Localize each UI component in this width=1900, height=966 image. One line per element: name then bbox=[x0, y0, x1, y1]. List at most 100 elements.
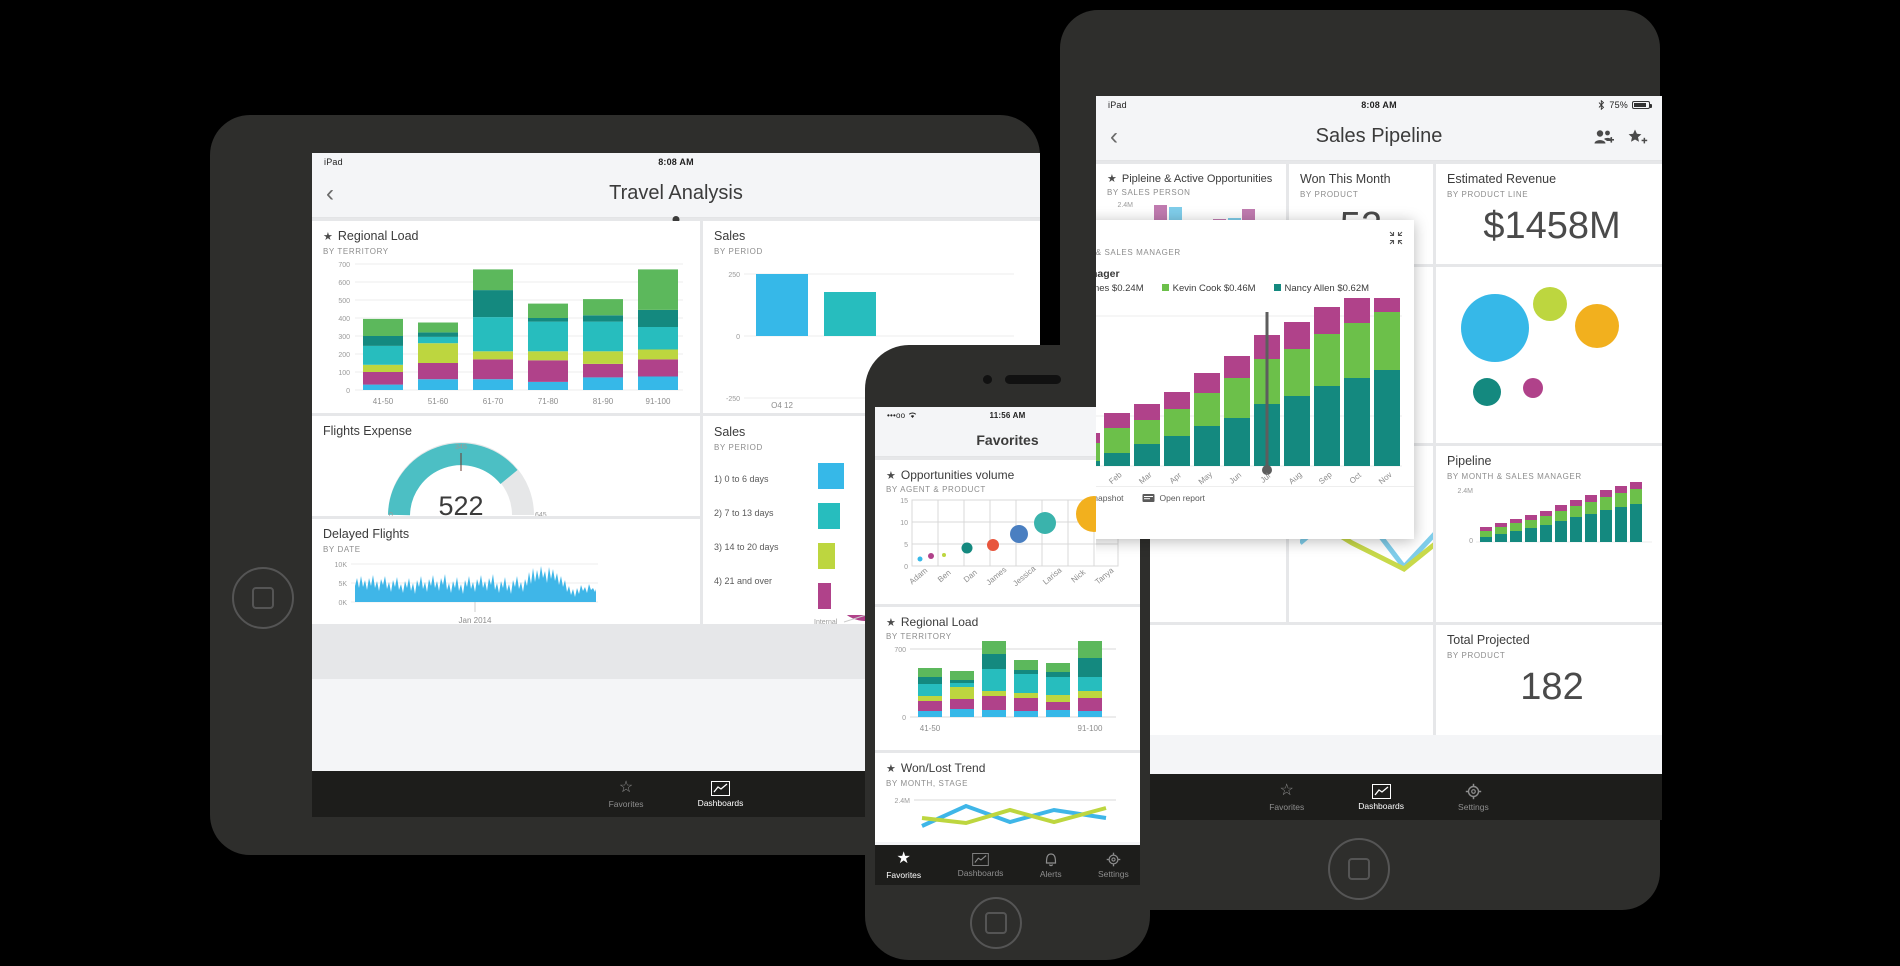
tile-subtitle: BY MONTH & SALES MANAGER bbox=[1447, 471, 1582, 481]
tile-estimated-revenue[interactable]: Estimated Revenue BY PRODUCT LINE $1458M bbox=[1436, 164, 1662, 264]
tab-label: Favorites bbox=[608, 799, 644, 809]
svg-text:0: 0 bbox=[904, 564, 908, 571]
tile-subtitle: BY PRODUCT bbox=[1447, 650, 1506, 660]
home-button-left-ipad[interactable] bbox=[232, 567, 294, 629]
chart-icon bbox=[972, 852, 989, 866]
tile-opportunities-bubble[interactable] bbox=[1436, 267, 1662, 443]
legend-item[interactable]: David Jones $0.24M bbox=[1096, 283, 1144, 294]
star-icon: ★ bbox=[323, 230, 333, 243]
tile-pipeline-small[interactable]: Pipeline BY MONTH & SALES MANAGER 2.4M 0 bbox=[1436, 446, 1662, 622]
tab-dashboards[interactable]: Dashboards bbox=[958, 852, 1003, 878]
opportunities-volume-chart: 151050 Adam Ben Dan James Jessica Larisa… bbox=[900, 496, 1119, 588]
tile-delayed-flights[interactable]: Delayed Flights BY DATE 10K 5K 0K Jan 2014 bbox=[312, 519, 700, 624]
earpiece-speaker bbox=[1005, 375, 1061, 384]
svg-text:-250: -250 bbox=[726, 396, 740, 403]
svg-text:Q4 12: Q4 12 bbox=[771, 401, 793, 408]
svg-text:May: May bbox=[1197, 470, 1214, 486]
tab-dashboards[interactable]: Dashboards bbox=[697, 780, 744, 808]
page-title: Sales Pipeline bbox=[1315, 125, 1443, 147]
pipeline-small-chart: 2.4M 0 bbox=[1457, 481, 1652, 545]
svg-text:10: 10 bbox=[900, 520, 908, 527]
tile-subtitle: BY MONTH, STAGE bbox=[886, 778, 969, 788]
tile-title-row: Delayed Flights bbox=[323, 527, 689, 542]
svg-text:71-80: 71-80 bbox=[538, 397, 559, 406]
tile-regional-load-phone[interactable]: ★ Regional Load BY TERRITORY 700 0 41-50… bbox=[875, 607, 1140, 751]
add-user-icon[interactable] bbox=[1594, 129, 1614, 144]
share-snapshot-action[interactable]: Share snapshot bbox=[1096, 493, 1124, 503]
tile-title-row: Sales bbox=[714, 229, 1029, 244]
legend: David Jones $0.24M Kevin Cook $0.46M Nan… bbox=[1096, 283, 1402, 294]
tab-dashboards[interactable]: Dashboards bbox=[1358, 783, 1405, 811]
tile-won-lost-trend[interactable]: ★ Won/Lost Trend BY MONTH, STAGE 2.4M bbox=[875, 753, 1140, 842]
svg-text:0: 0 bbox=[902, 715, 906, 722]
home-button-iphone[interactable] bbox=[970, 897, 1022, 949]
tile-title-row: ★ Regional Load bbox=[886, 615, 1129, 630]
expand-icon[interactable] bbox=[1389, 231, 1403, 245]
popup-title: Pipeline bbox=[1096, 230, 1402, 246]
tab-settings[interactable]: Settings bbox=[1098, 852, 1129, 879]
svg-text:10K: 10K bbox=[335, 562, 348, 569]
bars bbox=[918, 641, 1102, 718]
tile-regional-load[interactable]: ★ Regional Load BY TERRITORY 700 600 500 4… bbox=[312, 221, 700, 413]
tab-label: Dashboards bbox=[1358, 800, 1405, 811]
svg-text:0: 0 bbox=[346, 388, 350, 395]
signal-icon: •••oo bbox=[887, 410, 906, 420]
tile-subtitle: BY PERIOD bbox=[714, 246, 763, 256]
tab-favorites[interactable]: ☆ Favorites bbox=[1269, 782, 1304, 812]
tab-favorites[interactable]: ★ Favorites bbox=[886, 850, 921, 880]
nav-actions bbox=[1594, 129, 1648, 144]
page-title: Travel Analysis bbox=[609, 182, 743, 204]
svg-text:81-90: 81-90 bbox=[593, 397, 614, 406]
tab-bar-right-ipad: ☆ Favorites Dashboards Settings bbox=[1096, 774, 1662, 820]
report-icon bbox=[1142, 494, 1155, 502]
star-icon: ☆ bbox=[618, 779, 634, 796]
back-chevron-icon[interactable]: ‹ bbox=[1110, 124, 1118, 149]
svg-text:Mar: Mar bbox=[1137, 470, 1154, 486]
tile-total-projected[interactable]: Total Projected BY PRODUCT 182 bbox=[1436, 625, 1662, 735]
estimated-revenue-value: $1458M bbox=[1483, 204, 1621, 247]
tile-title: Regional Load bbox=[900, 615, 979, 630]
add-favorite-icon[interactable] bbox=[1628, 129, 1648, 144]
tile-subtitle: BY TERRITORY bbox=[323, 246, 389, 256]
legend-value: $0.46M bbox=[1223, 283, 1256, 294]
svg-text:250: 250 bbox=[728, 272, 740, 279]
svg-text:James: James bbox=[984, 565, 1008, 587]
tile-title: Pipeline bbox=[1447, 454, 1492, 468]
svg-text:500: 500 bbox=[338, 298, 350, 305]
tab-favorites[interactable]: ☆ Favorites bbox=[609, 779, 644, 809]
status-time: 8:08 AM bbox=[658, 156, 694, 167]
ipad-device-right: iPad 8:08 AM 75% ‹ Sales Pipeline ★ Pipl… bbox=[1060, 10, 1662, 910]
svg-text:91-100: 91-100 bbox=[646, 397, 671, 406]
back-chevron-icon[interactable]: ‹ bbox=[326, 181, 334, 206]
pipeline-popup[interactable]: Pipeline BY MONTH & SALES MANAGER Sales … bbox=[1096, 220, 1414, 539]
tile-title-row: ★ Won/Lost Trend bbox=[886, 762, 1129, 775]
svg-text:Aug: Aug bbox=[1287, 470, 1304, 486]
tile-subtitle: BY DATE bbox=[323, 544, 361, 554]
tile-title: Opportunities volume bbox=[900, 468, 1015, 482]
regional-load-chart: 700600500 400300200 1000 41-50 51-60 61-… bbox=[338, 262, 683, 406]
svg-text:2.4M: 2.4M bbox=[894, 798, 910, 805]
delayed-flights-chart: 10K 5K 0K Jan 2014 bbox=[335, 562, 598, 624]
tab-label: Dashboards bbox=[697, 797, 744, 808]
bars bbox=[1480, 481, 1642, 542]
svg-text:0: 0 bbox=[736, 334, 740, 341]
tab-settings[interactable]: Settings bbox=[1458, 783, 1489, 812]
tab-label: Favorites bbox=[1269, 802, 1305, 812]
nav-bar-left-ipad: ‹ Travel Analysis bbox=[312, 170, 1040, 223]
gauge-value: 522 bbox=[438, 491, 483, 516]
tile-subtitle: BY PRODUCT LINE bbox=[1447, 189, 1529, 199]
tile-subtitle: BY PRODUCT bbox=[1300, 189, 1359, 199]
legend-item[interactable]: Nancy Allen $0.62M bbox=[1273, 283, 1369, 294]
home-button-right-ipad[interactable] bbox=[1328, 838, 1390, 900]
tile-title-row: ★ Regional Load bbox=[323, 229, 689, 244]
tab-alerts[interactable]: Alerts bbox=[1040, 852, 1062, 879]
flights-expense-gauge: 345 0 645 522 bbox=[388, 441, 547, 516]
action-label: Share snapshot bbox=[1096, 493, 1124, 503]
open-report-action[interactable]: Open report bbox=[1142, 493, 1205, 503]
tab-label: Alerts bbox=[1039, 868, 1062, 879]
star-icon: ★ bbox=[886, 616, 896, 629]
tile-flights-expense[interactable]: Flights Expense 345 0 645 522 bbox=[312, 416, 700, 516]
legend-label: Nancy Allen bbox=[1284, 283, 1335, 294]
tile-title: Won This Month bbox=[1300, 172, 1391, 186]
legend-item[interactable]: Kevin Cook $0.46M bbox=[1161, 283, 1256, 294]
